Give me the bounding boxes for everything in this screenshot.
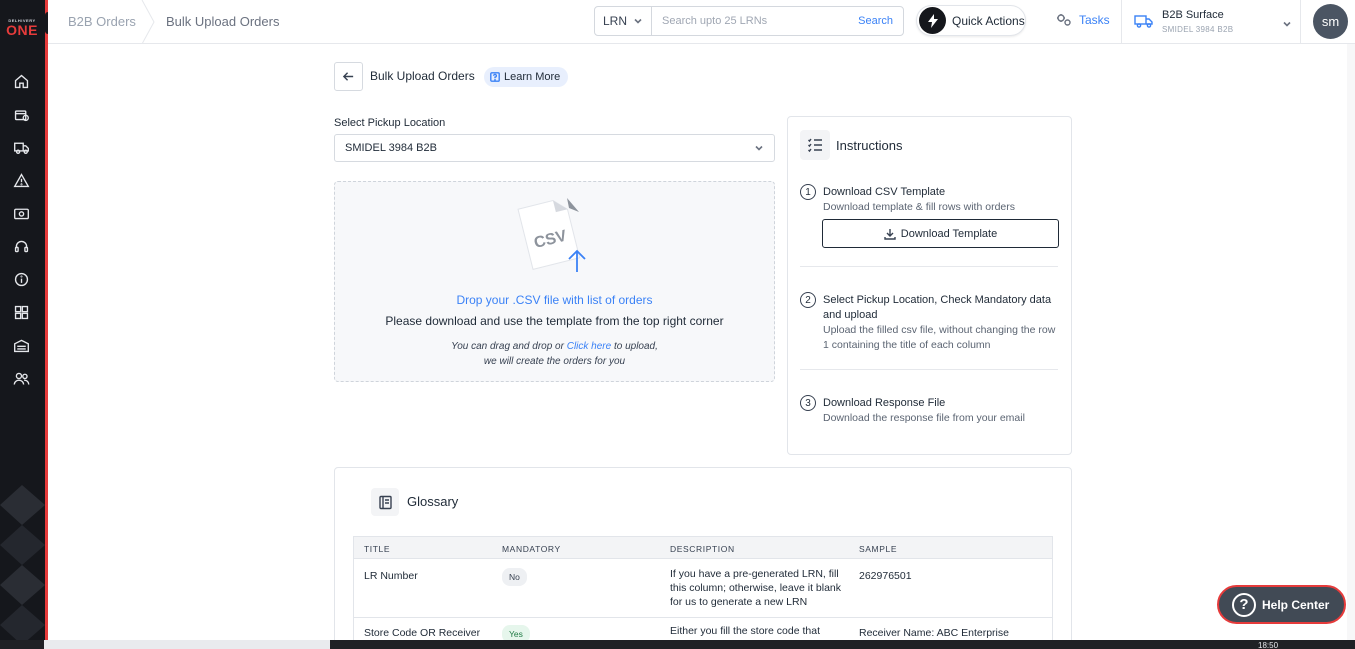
- instructions-panel: Instructions 1 Download CSV Template Dow…: [787, 116, 1072, 455]
- apps-grid-icon[interactable]: [11, 302, 31, 322]
- home-icon[interactable]: [11, 71, 31, 91]
- cell-description: Either you fill the store code that: [670, 625, 820, 637]
- cell-title: LR Number: [364, 570, 418, 582]
- surface-location: SMIDEL 3984 B2B: [1162, 25, 1234, 34]
- step-description: Upload the filled csv file, without chan…: [823, 324, 1056, 351]
- dropzone-hint-after: to upload,: [611, 341, 658, 352]
- question-circle-icon: ?: [1232, 592, 1256, 617]
- orders-box-icon[interactable]: [11, 104, 31, 124]
- download-template-button[interactable]: Download Template: [822, 219, 1059, 248]
- dropzone-hint-line2: we will create the orders for you: [483, 356, 626, 367]
- table-row: LR Number No If you have a pre-generated…: [354, 559, 1052, 618]
- warehouse-icon[interactable]: [11, 335, 31, 355]
- tasks-button[interactable]: Tasks: [1056, 13, 1110, 27]
- glossary-title: Glossary: [407, 494, 459, 509]
- surface-name: B2B Surface: [1162, 9, 1224, 21]
- click-here-upload-link[interactable]: Click here: [567, 341, 611, 352]
- truck-icon[interactable]: [11, 137, 31, 157]
- breadcrumb-current: Bulk Upload Orders: [166, 14, 280, 29]
- users-icon[interactable]: [11, 368, 31, 388]
- mandatory-badge: No: [502, 568, 527, 586]
- download-template-label: Download Template: [900, 227, 998, 240]
- pickup-location-value: SMIDEL 3984 B2B: [345, 142, 437, 154]
- step-number: 1: [800, 184, 816, 200]
- taskbar-search-area[interactable]: [44, 640, 330, 649]
- arrow-left-icon: [342, 72, 354, 81]
- wallet-icon[interactable]: [11, 203, 31, 223]
- column-header-description: DESCRIPTION: [670, 544, 735, 554]
- glossary-table: TITLE MANDATORY DESCRIPTION SAMPLE LR Nu…: [353, 536, 1053, 646]
- cell-sample: 262976501: [859, 570, 912, 582]
- step-divider: [800, 266, 1058, 267]
- truck-icon: [1134, 13, 1154, 29]
- instructions-title: Instructions: [836, 138, 903, 153]
- gears-icon: [1057, 14, 1071, 26]
- page-title: Bulk Upload Orders: [370, 69, 475, 83]
- step-description: Download the response file from your ema…: [823, 412, 1025, 424]
- cell-description: If you have a pre-generated LRN, fill th…: [670, 568, 841, 608]
- breadcrumb-separator: [141, 0, 155, 44]
- cell-sample: Receiver Name: ABC Enterprise: [859, 627, 1009, 639]
- dropzone-hint: You can drag and drop or Click here to u…: [335, 339, 774, 369]
- top-header: B2B Orders Bulk Upload Orders LRN Search…: [48, 0, 1355, 44]
- cell-title: Store Code OR Receiver: [364, 627, 481, 639]
- warning-icon[interactable]: [11, 170, 31, 190]
- tasks-label: Tasks: [1079, 13, 1110, 27]
- search-type-select[interactable]: LRN: [595, 7, 652, 35]
- learn-more-label: Learn More: [504, 71, 561, 83]
- business-surface-selector[interactable]: B2B Surface SMIDEL 3984 B2B: [1121, 0, 1301, 44]
- sidebar: DELHIVERY ONE: [0, 0, 48, 649]
- step-number: 3: [800, 395, 816, 411]
- learn-more-button[interactable]: Learn More: [484, 67, 569, 87]
- pickup-location-select[interactable]: SMIDEL 3984 B2B: [334, 134, 775, 162]
- pickup-location-label: Select Pickup Location: [334, 117, 446, 129]
- glossary-table-header: TITLE MANDATORY DESCRIPTION SAMPLE: [354, 536, 1052, 559]
- search-input[interactable]: [652, 7, 859, 35]
- step-title: Download Response File: [823, 397, 946, 409]
- step-title: Select Pickup Location, Check Mandatory …: [823, 294, 1052, 321]
- back-button[interactable]: [334, 62, 363, 91]
- dropzone-title: Drop your .CSV file with list of orders: [456, 293, 653, 307]
- column-header-mandatory: MANDATORY: [502, 544, 561, 554]
- search-type-value: LRN: [602, 14, 627, 28]
- help-center-button[interactable]: ? Help Center: [1217, 585, 1346, 624]
- column-header-title: TITLE: [364, 544, 391, 554]
- search-button[interactable]: Search: [858, 15, 903, 27]
- step-description: Download template & fill rows with order…: [823, 201, 1015, 213]
- cell-mandatory: No: [502, 568, 527, 586]
- help-square-icon: [490, 72, 500, 82]
- step-number: 2: [800, 292, 816, 308]
- step-divider: [800, 369, 1058, 370]
- app-root: DELHIVERY ONE B2B Orders Bulk Upload Ord…: [0, 0, 1355, 649]
- support-headset-icon[interactable]: [11, 236, 31, 256]
- user-avatar[interactable]: sm: [1313, 4, 1348, 39]
- checklist-icon: [800, 130, 830, 160]
- step-title: Download CSV Template: [823, 186, 946, 198]
- breadcrumb-b2b-orders[interactable]: B2B Orders: [68, 14, 136, 29]
- dropzone-subtitle: Please download and use the template fro…: [385, 314, 724, 328]
- brand-big-text: ONE: [6, 22, 38, 38]
- book-icon: [371, 488, 399, 516]
- taskbar-clock: 18:50: [1258, 641, 1279, 649]
- brand-logo[interactable]: DELHIVERY ONE: [3, 18, 41, 37]
- chevron-down-icon: [634, 18, 642, 24]
- lightning-icon: [919, 7, 946, 34]
- csv-file-icon: CSV: [517, 198, 586, 272]
- csv-dropzone[interactable]: CSV Drop your .CSV file with list of ord…: [334, 181, 775, 382]
- column-header-sample: SAMPLE: [859, 544, 898, 554]
- glossary-panel: Glossary TITLE MANDATORY DESCRIPTION SAM…: [334, 467, 1072, 647]
- sidebar-pattern-decoration: [0, 485, 45, 645]
- chevron-down-icon: [755, 145, 763, 151]
- download-icon: [884, 228, 896, 240]
- dropzone-hint-before: You can drag and drop or: [451, 341, 567, 352]
- help-center-label: Help Center: [1262, 597, 1330, 612]
- quick-actions-label: Quick Actions: [952, 13, 1025, 28]
- info-icon[interactable]: [11, 269, 31, 289]
- chevron-down-icon: [1282, 16, 1292, 27]
- quick-actions-button[interactable]: Quick Actions: [916, 5, 1026, 36]
- os-taskbar: 18:50: [0, 640, 1355, 649]
- page-scrollbar[interactable]: [1347, 44, 1355, 640]
- search-bar: LRN Search: [594, 6, 904, 36]
